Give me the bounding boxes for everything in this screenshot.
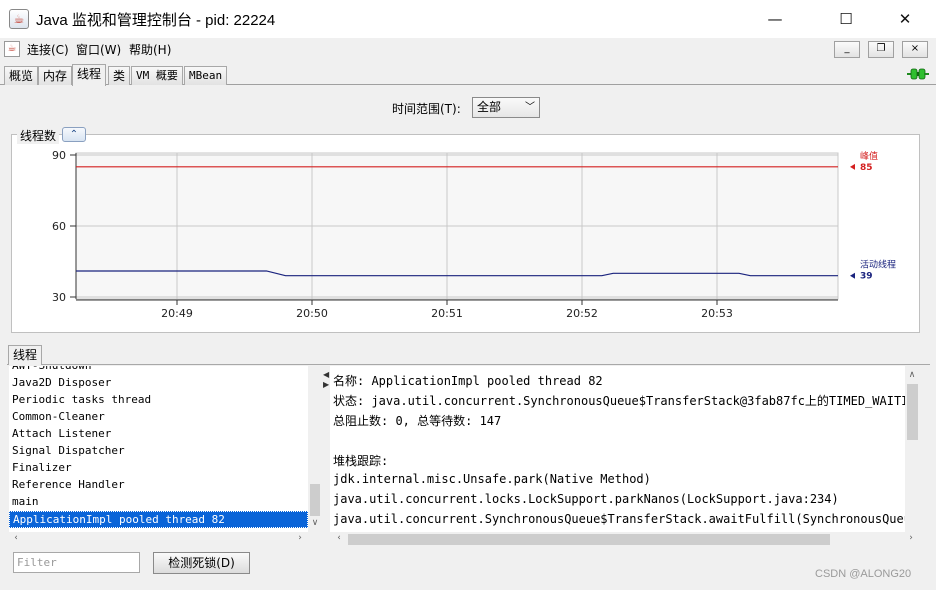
split-pane-divider[interactable]: ◀ ▶ [322,366,330,548]
maximize-button[interactable]: ☐ [823,0,869,38]
time-range-select[interactable]: 全部 ﹀ [472,97,540,118]
thread-list-item[interactable]: Common-Cleaner [9,409,308,426]
detail-line: 堆栈跟踪: [333,454,389,468]
time-range-label: 时间范围(T): [392,102,461,116]
series-marker [850,272,855,279]
tab-threads-list[interactable]: 线程 [8,345,42,365]
java-coffee-icon[interactable]: ☕ [9,9,29,29]
x-tick-label: 20:51 [431,307,463,320]
menu-connection[interactable]: 连接(C) [27,41,69,58]
detail-hscrollbar[interactable]: ‹ › [330,532,920,547]
tab-vm-summary[interactable]: VM 概要 [131,66,183,85]
thread-list-vscrollbar[interactable]: ∨ [308,366,322,532]
thread-list-item[interactable]: Periodic tasks thread [9,392,308,409]
legend-value: 39 [860,272,873,282]
thread-list-item[interactable]: ApplicationImpl pooled thread 82 [9,511,308,528]
expand-left-icon[interactable]: ◀ [323,370,329,379]
connection-plug-icon[interactable] [907,67,929,81]
scroll-thumb[interactable] [348,534,830,545]
detail-line: 名称: ApplicationImpl pooled thread 82 [333,374,603,388]
detail-line: jdk.internal.misc.Unsafe.park(Native Met… [333,472,651,486]
thread-list-hscrollbar[interactable]: ‹ › [9,532,322,547]
scroll-up-icon[interactable]: ∧ [905,370,919,380]
thread-list[interactable]: AWT-ShutdownJava2D DisposerPeriodic task… [9,366,308,532]
menu-window[interactable]: 窗口(W) [76,41,121,58]
title-bar: ☕ Java 监视和管理控制台 - pid: 22224 — ☐ ✕ [0,0,936,38]
y-tick-label: 60 [52,220,66,233]
thread-list-item[interactable]: Reference Handler [9,477,308,494]
thread-list-item[interactable]: Attach Listener [9,426,308,443]
detail-vscrollbar[interactable]: ∧ [905,366,920,532]
tab-memory[interactable]: 内存 [38,66,73,85]
tab-threads[interactable]: 线程 [72,64,107,86]
series-marker [850,163,855,170]
thread-list-item[interactable]: Signal Dispatcher [9,443,308,460]
scroll-right-icon[interactable]: › [293,533,307,543]
time-range-value: 全部 [477,100,502,114]
inner-close-button[interactable]: × [902,41,928,58]
chevron-down-icon: ﹀ [525,102,535,113]
inner-restore-button[interactable]: ❐ [868,41,894,58]
thread-list-item[interactable]: Java2D Disposer [9,375,308,392]
window-title: Java 监视和管理控制台 - pid: 22224 [36,12,276,29]
inner-minimize-button[interactable]: _ [834,41,860,58]
tab-bar: 概览 内存 线程 类 VM 概要 MBean [0,63,936,86]
menu-bar: ☕ 连接(C) 窗口(W) 帮助(H) _ ❐ × [0,38,936,62]
x-tick-label: 20:53 [701,307,733,320]
x-tick-label: 20:50 [296,307,328,320]
tab-mbean[interactable]: MBean [184,66,228,85]
y-tick-label: 30 [52,291,66,304]
scroll-left-icon[interactable]: ‹ [332,533,346,543]
thread-filter-input[interactable]: Filter [13,552,140,573]
y-tick-label: 90 [52,149,66,162]
scroll-down-icon[interactable]: ∨ [308,518,322,528]
minimize-button[interactable]: — [752,0,798,38]
scroll-left-icon[interactable]: ‹ [9,533,23,543]
legend-label: 活动线程 [860,259,896,271]
thread-list-item[interactable]: main [9,494,308,511]
detect-deadlock-button[interactable]: 检测死锁(D) [153,552,250,574]
legend-label: 峰值 [860,150,878,162]
scroll-right-icon[interactable]: › [904,533,918,543]
thread-list-item[interactable]: Finalizer [9,460,308,477]
scroll-thumb[interactable] [907,384,918,440]
close-button[interactable]: ✕ [882,0,928,38]
detail-line: 状态: java.util.concurrent.SynchronousQueu… [333,394,905,408]
tab-classes[interactable]: 类 [108,66,131,85]
thread-list-item[interactable]: AWT-Shutdown [9,366,308,375]
java-coffee-icon[interactable]: ☕ [4,41,20,57]
thread-detail-text[interactable]: 名称: ApplicationImpl pooled thread 82 状态: … [330,366,905,532]
thread-count-chart: 90 60 30 20:49 20:50 20:51 20:52 20:53 峰值85 活动线程3… [52,149,896,320]
scroll-thumb[interactable] [310,484,320,516]
legend-value: 85 [860,163,873,173]
expand-right-icon[interactable]: ▶ [323,380,329,389]
x-tick-label: 20:49 [161,307,193,320]
tab-overview[interactable]: 概览 [4,66,39,85]
detail-line: 总阻止数: 0, 总等待数: 147 [333,414,502,428]
detail-line: java.util.concurrent.SynchronousQueue$Tr… [333,512,905,526]
detail-line: java.util.concurrent.locks.LockSupport.p… [333,492,839,506]
x-tick-label: 20:52 [566,307,598,320]
watermark: CSDN @ALONG20 [815,568,912,580]
menu-help[interactable]: 帮助(H) [129,41,171,58]
